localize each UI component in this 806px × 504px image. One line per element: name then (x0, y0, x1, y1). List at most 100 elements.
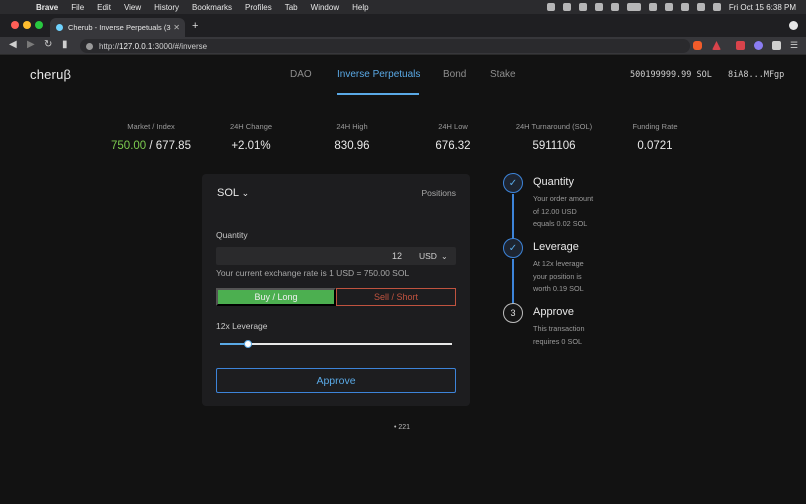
sol-balance: 500199999.99 SOL (630, 70, 712, 80)
stat-label: Market / Index (127, 122, 175, 131)
currency-select[interactable]: USD ⌄ (412, 247, 456, 265)
step-connector (512, 194, 514, 239)
step-title: Quantity (533, 176, 574, 188)
forward-icon[interactable]: ▶ (27, 39, 35, 50)
nav-stake[interactable]: Stake (490, 69, 516, 80)
stat-market-index: Market / Index 750.00 / 677.85 (101, 122, 201, 152)
battery-icon[interactable] (626, 3, 641, 11)
step-desc-line: your position is (533, 271, 582, 281)
sell-short-button[interactable]: Sell / Short (336, 288, 456, 306)
close-tab-icon[interactable]: ✕ (173, 23, 180, 32)
close-window-icon[interactable] (11, 21, 19, 29)
zoom-window-icon[interactable] (35, 21, 43, 29)
buy-long-button[interactable]: Buy / Long (216, 288, 336, 306)
brave-rewards-icon[interactable] (712, 41, 721, 50)
menu-history[interactable]: History (154, 3, 179, 12)
menubar-clock[interactable]: Fri Oct 15 6:38 PM (729, 3, 796, 12)
approve-button[interactable]: Approve (216, 368, 456, 393)
address-bar[interactable]: http://127.0.0.1:3000/#/inverse (80, 39, 690, 53)
browser-tab-active[interactable]: Cherub - Inverse Perpetuals (3 ✕ (50, 18, 185, 37)
step-desc-line: Your order amount (533, 194, 594, 203)
nav-dao[interactable]: DAO (290, 69, 312, 80)
new-tab-icon[interactable]: + (192, 20, 198, 32)
stat-24h-change: 24H Change +2.01% (216, 122, 286, 152)
menu-bookmarks[interactable]: Bookmarks (192, 3, 232, 12)
step-desc-line: At 12x leverage (533, 259, 584, 268)
step-title: Approve (533, 306, 574, 318)
order-card: SOL ⌄ Positions Quantity 12 USD ⌄ Your c… (202, 174, 470, 406)
step-check-icon: ✓ (503, 238, 523, 258)
bookmark-icon[interactable]: ▮ (62, 39, 68, 50)
browser-tabstrip: Cherub - Inverse Perpetuals (3 ✕ + (0, 14, 806, 37)
step-desc-line: This transaction (533, 324, 585, 333)
moon-icon[interactable] (562, 3, 571, 11)
stat-label: Funding Rate (632, 122, 678, 131)
os-menubar: Brave File Edit View History Bookmarks P… (0, 0, 806, 14)
menu-tab[interactable]: Tab (285, 3, 298, 12)
step-desc-line: of 12.00 USD (533, 206, 577, 216)
step-description: Your order amount of 12.00 USD equals 0.… (533, 193, 613, 231)
browser-toolbar: ◀ ▶ ↻ ▮ http://127.0.0.1:3000/#/inverse … (0, 37, 806, 55)
info-icon[interactable] (578, 3, 587, 11)
url-prefix: http:// (99, 41, 120, 51)
menu-window[interactable]: Window (311, 3, 339, 12)
quantity-field[interactable]: 12 USD ⌄ (216, 247, 456, 265)
menu-profiles[interactable]: Profiles (245, 3, 272, 12)
browser-menu-icon[interactable]: ☰ (790, 41, 799, 50)
siri-icon[interactable] (712, 3, 721, 11)
step-desc-line: requires 0 SOL (533, 336, 583, 346)
leverage-slider-handle[interactable] (243, 340, 252, 348)
tab-search-icon[interactable] (789, 21, 798, 30)
step-description: This transaction requires 0 SOL (533, 323, 613, 348)
chevron-down-icon: ⌄ (241, 188, 250, 198)
menu-file[interactable]: File (71, 3, 84, 12)
step-connector (512, 259, 514, 304)
menu-help[interactable]: Help (352, 3, 368, 12)
user-icon[interactable] (664, 3, 673, 11)
extensions-puzzle-icon[interactable] (772, 41, 781, 50)
market-select[interactable]: SOL ⌄ (217, 187, 249, 199)
stat-label: 24H Change (229, 122, 273, 131)
extension-lock-icon[interactable] (736, 41, 745, 50)
wifi-icon[interactable] (648, 3, 657, 11)
back-icon[interactable]: ◀ (9, 39, 17, 50)
quantity-input[interactable]: 12 (392, 251, 402, 261)
wallet-address[interactable]: 8iA8...MFgp (728, 70, 784, 80)
bluetooth-icon[interactable] (594, 3, 603, 11)
tab-title: Cherub - Inverse Perpetuals (3 (68, 23, 171, 32)
stat-value: 830.96 (334, 140, 370, 152)
menu-edit[interactable]: Edit (97, 3, 111, 12)
reload-icon[interactable]: ↻ (44, 39, 52, 50)
stat-value: 750.00 / 677.85 (101, 140, 201, 152)
wallet-extension-icon[interactable] (754, 41, 763, 50)
step-desc-line: equals 0.02 SOL (533, 219, 588, 228)
menu-app-name[interactable]: Brave (36, 3, 58, 12)
leverage-slider[interactable] (220, 343, 452, 345)
positions-link[interactable]: Positions (422, 188, 457, 198)
stat-value: +2.01% (231, 140, 271, 152)
stat-value: 5911106 (532, 140, 576, 152)
step-number-badge: 3 (503, 303, 523, 323)
search-icon[interactable] (680, 3, 689, 11)
step-desc-line: worth 0.19 SOL (533, 284, 584, 293)
tab-favicon-icon (56, 24, 63, 31)
quantity-label: Quantity (216, 230, 248, 240)
site-info-icon[interactable] (86, 42, 93, 50)
url-rest: :3000/#/inverse (152, 41, 208, 51)
stat-24h-high: 24H High 830.96 (317, 122, 387, 152)
nav-inverse-perpetuals[interactable]: Inverse Perpetuals (337, 69, 420, 80)
status-icon[interactable] (546, 3, 555, 11)
step-description: At 12x leverage your position is worth 0… (533, 258, 613, 296)
footer-text: • 221 (394, 424, 411, 431)
brave-shields-icon[interactable] (693, 41, 702, 50)
market-select-label: SOL (217, 187, 239, 199)
step-title: Leverage (533, 241, 579, 253)
menu-view[interactable]: View (124, 3, 141, 12)
nav-active-indicator (337, 93, 419, 95)
nav-bond[interactable]: Bond (443, 69, 466, 80)
leverage-label: 12x Leverage (216, 321, 268, 331)
keyboard-icon[interactable] (610, 3, 619, 11)
logo[interactable]: cheruβ (30, 67, 71, 82)
minimize-window-icon[interactable] (23, 21, 31, 29)
control-center-icon[interactable] (696, 3, 705, 11)
